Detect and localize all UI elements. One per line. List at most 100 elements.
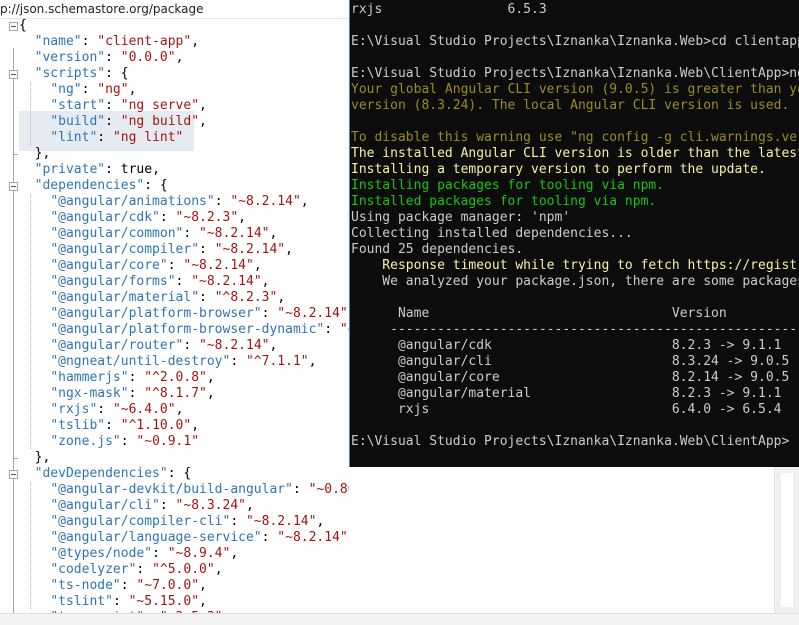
code-line: "tslib": "^1.10.0", xyxy=(19,418,199,434)
json-key: "lint" xyxy=(50,130,98,145)
console-line: Response timeout while trying to fetch h… xyxy=(382,258,799,273)
json-punct: , xyxy=(191,34,200,49)
json-punct xyxy=(19,434,50,449)
console-line: Name Version xyxy=(351,306,727,321)
json-punct xyxy=(19,306,50,321)
json-punct: , xyxy=(238,210,246,225)
json-value: "~8.2.14" xyxy=(277,530,348,545)
code-line: "@angular/forms": "~8.2.14", xyxy=(19,274,269,290)
json-key: "dependencies" xyxy=(34,178,145,193)
json-punct xyxy=(19,130,50,145)
fold-toggle-icon[interactable] xyxy=(9,470,18,479)
console-line: @angular/cdk 8.2.3 -> 9.1.1 xyxy=(351,338,782,353)
json-punct xyxy=(19,514,50,529)
json-punct xyxy=(19,274,50,289)
code-line: "rxjs": "~6.4.0", xyxy=(19,402,183,418)
json-punct xyxy=(19,498,50,513)
indent-guide xyxy=(30,482,31,610)
json-key: "@types/node" xyxy=(50,546,153,561)
code-area[interactable]: { "name": "client-app", "version": "0.0.… xyxy=(0,18,349,625)
json-punct: , xyxy=(269,338,278,353)
code-line: "ngx-mask": "^8.1.7", xyxy=(19,386,215,402)
horizontal-scrollbar[interactable] xyxy=(0,613,799,625)
code-line: "tslint": "~5.15.0", xyxy=(19,594,207,610)
json-value: "^7.1.1" xyxy=(245,354,309,369)
json-punct: : xyxy=(183,338,200,353)
json-punct: , xyxy=(175,50,184,65)
json-punct: , xyxy=(300,194,309,209)
json-punct: : xyxy=(97,402,113,417)
json-punct: : xyxy=(261,306,278,321)
code-line: "zone.js": "~0.9.1" xyxy=(19,434,199,450)
json-punct xyxy=(19,226,50,241)
json-key: "private" xyxy=(34,162,106,177)
json-punct xyxy=(19,258,50,273)
json-value: "0.0.0" xyxy=(120,50,176,65)
console-line: We analyzed your package.json, there are… xyxy=(382,274,799,289)
json-punct: : xyxy=(199,290,215,305)
console-line: E:\Visual Studio Projects\Iznanka\Iznank… xyxy=(351,434,790,449)
json-punct: : { xyxy=(105,66,129,81)
json-key: "codelyzer" xyxy=(50,562,137,577)
code-line: "@angular/cli": "~8.3.24", xyxy=(19,498,254,514)
json-punct: : xyxy=(120,578,137,593)
console-line: version (8.3.24). The local Angular CLI … xyxy=(351,98,790,113)
console-line: Installing packages for tooling via npm. xyxy=(351,178,665,193)
code-line: "ts-node": "~7.0.0", xyxy=(19,578,207,594)
json-value: "~8.3.24" xyxy=(175,498,246,513)
code-line: "scripts": { xyxy=(19,66,129,82)
json-punct xyxy=(19,98,50,113)
json-key: "@angular-devkit/build-angular" xyxy=(50,482,293,497)
json-punct: , xyxy=(199,98,207,113)
code-line: "@angular-devkit/build-angular": "~0.803… xyxy=(19,482,349,498)
console-line: E:\Visual Studio Projects\Iznanka\Iznank… xyxy=(351,66,799,81)
json-punct: : xyxy=(105,418,121,433)
console-line: Collecting installed dependencies... xyxy=(351,226,633,241)
json-punct: , xyxy=(199,578,207,593)
code-line: "start": "ng serve", xyxy=(19,98,207,114)
json-punct: : true, xyxy=(105,162,160,177)
json-key: "@angular/cli" xyxy=(50,498,160,513)
code-line: "dependencies": { xyxy=(19,178,168,194)
json-key: "start" xyxy=(50,98,106,113)
json-value: "^1.10.0" xyxy=(120,418,192,433)
json-value: "ng serve" xyxy=(120,98,200,113)
json-value: "~8.2.14" xyxy=(245,514,317,529)
fold-end-marker xyxy=(13,154,18,155)
json-punct: : xyxy=(105,114,121,129)
json-punct: : xyxy=(183,226,200,241)
json-punct: , xyxy=(199,594,207,609)
vertical-scrollbar[interactable] xyxy=(774,467,799,613)
json-punct: : xyxy=(120,434,137,449)
json-punct: : xyxy=(128,386,145,401)
json-punct: , xyxy=(199,114,207,129)
fold-toggle-icon[interactable] xyxy=(9,22,18,31)
json-punct: , xyxy=(206,386,215,401)
json-punct xyxy=(19,594,50,609)
scrollbar-thumb[interactable] xyxy=(781,473,793,607)
schema-url-bar[interactable]: p://json.schemastore.org/package xyxy=(0,0,349,19)
json-punct: , xyxy=(308,354,317,369)
json-key: "@angular/cdk" xyxy=(50,210,160,225)
json-punct xyxy=(19,162,35,177)
json-value: "~8.2.14" xyxy=(199,338,270,353)
json-punct: : xyxy=(159,210,176,225)
json-key: "@angular/forms" xyxy=(50,274,176,289)
json-punct: , xyxy=(261,274,270,289)
json-punct: : xyxy=(112,594,129,609)
code-line: "@angular/material": "^8.2.3", xyxy=(19,290,285,306)
json-punct: , xyxy=(316,514,325,529)
fold-toggle-icon[interactable] xyxy=(9,70,18,79)
json-punct: : xyxy=(199,242,215,257)
json-key: "scripts" xyxy=(34,66,106,81)
command-prompt-window[interactable]: rxjs 6.5.3 E:\Visual Studio Projects\Izna… xyxy=(349,0,799,467)
json-value: "~8.2.14" xyxy=(183,258,254,273)
json-punct xyxy=(19,50,35,65)
code-line: "build": "ng build", xyxy=(19,114,207,130)
json-punct: : xyxy=(152,546,168,561)
json-punct: : xyxy=(97,130,113,145)
json-value: "^8.1.7" xyxy=(144,386,207,401)
fold-toggle-icon[interactable] xyxy=(9,182,18,191)
json-key: "@angular/language-service" xyxy=(50,530,262,545)
json-punct: : xyxy=(214,194,231,209)
